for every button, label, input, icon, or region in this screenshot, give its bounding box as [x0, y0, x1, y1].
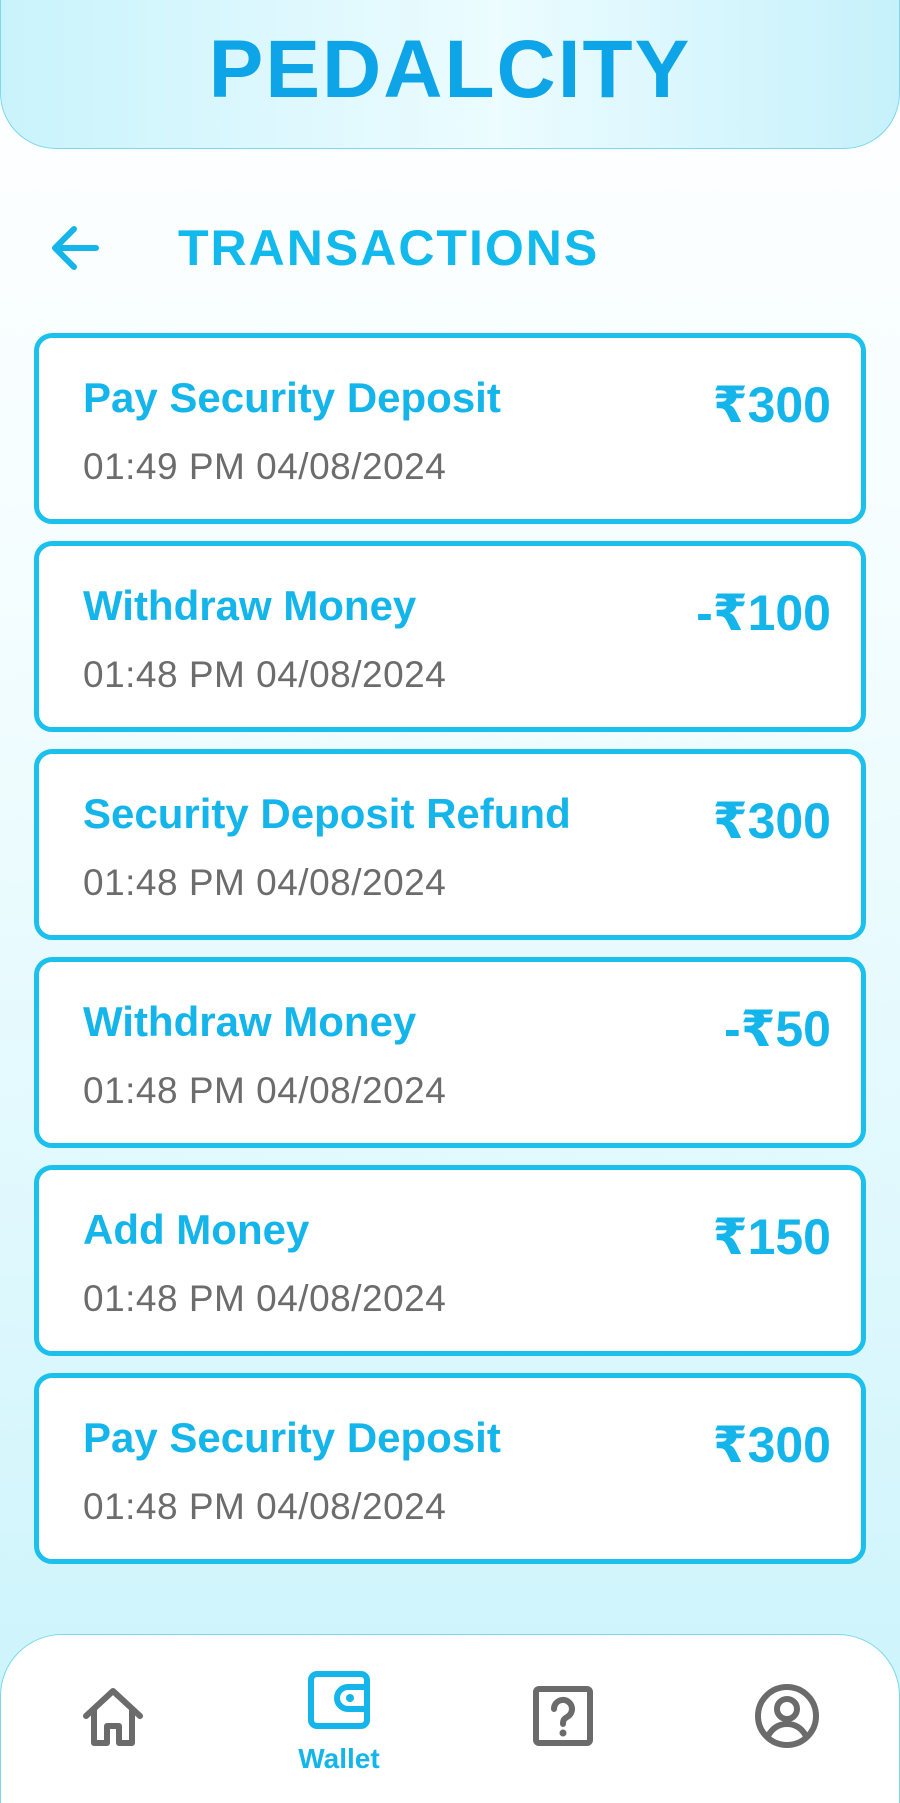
transaction-card[interactable]: Pay Security Deposit 01:48 PM 04/08/2024… — [34, 1373, 866, 1564]
transaction-title: Pay Security Deposit — [83, 1414, 501, 1461]
help-icon — [533, 1686, 593, 1746]
nav-wallet[interactable]: Wallet — [269, 1635, 409, 1801]
transaction-amount: ₹150 — [712, 1209, 831, 1265]
transaction-timestamp: 01:48 PM 04/08/2024 — [83, 1486, 447, 1527]
transaction-title: Withdraw Money — [83, 582, 417, 629]
nav-profile[interactable] — [717, 1635, 857, 1801]
transaction-amount: ₹300 — [712, 1417, 831, 1473]
bottom-nav: Wallet — [0, 1634, 900, 1803]
transaction-title: Add Money — [83, 1206, 310, 1253]
transaction-timestamp: 01:48 PM 04/08/2024 — [83, 1278, 447, 1319]
transaction-timestamp: 01:48 PM 04/08/2024 — [83, 654, 447, 695]
transaction-timestamp: 01:49 PM 04/08/2024 — [83, 446, 447, 487]
app-title: PEDALCITY — [208, 24, 692, 115]
transaction-amount: -₹50 — [723, 1001, 831, 1057]
transaction-amount: ₹300 — [712, 377, 831, 433]
transaction-title: Security Deposit Refund — [83, 790, 571, 837]
transaction-title: Pay Security Deposit — [83, 374, 501, 421]
back-button[interactable] — [44, 218, 104, 278]
transaction-amount: ₹300 — [712, 793, 831, 849]
transaction-card[interactable]: Withdraw Money 01:48 PM 04/08/2024 -₹100 — [34, 541, 866, 732]
transaction-card[interactable]: Pay Security Deposit 01:49 PM 04/08/2024… — [34, 333, 866, 524]
wallet-icon — [308, 1671, 370, 1729]
transaction-card[interactable]: Security Deposit Refund 01:48 PM 04/08/2… — [34, 749, 866, 940]
app-header: PEDALCITY — [0, 0, 900, 149]
transaction-list: Pay Security Deposit 01:49 PM 04/08/2024… — [34, 333, 866, 1581]
page-header: TRANSACTIONS — [44, 216, 599, 280]
nav-help[interactable] — [493, 1635, 633, 1801]
transaction-timestamp: 01:48 PM 04/08/2024 — [83, 1070, 447, 1111]
nav-wallet-label: Wallet — [298, 1743, 380, 1774]
arrow-left-icon — [52, 226, 99, 270]
transaction-amount: -₹100 — [696, 585, 831, 641]
profile-icon — [755, 1684, 819, 1748]
transaction-timestamp: 01:48 PM 04/08/2024 — [83, 862, 447, 903]
transaction-title: Withdraw Money — [83, 998, 417, 1045]
transaction-card[interactable]: Withdraw Money 01:48 PM 04/08/2024 -₹50 — [34, 957, 866, 1148]
nav-home[interactable] — [43, 1635, 183, 1801]
page-title: TRANSACTIONS — [178, 220, 600, 276]
transaction-card[interactable]: Add Money 01:48 PM 04/08/2024 ₹150 — [34, 1165, 866, 1356]
home-icon — [83, 1688, 143, 1746]
